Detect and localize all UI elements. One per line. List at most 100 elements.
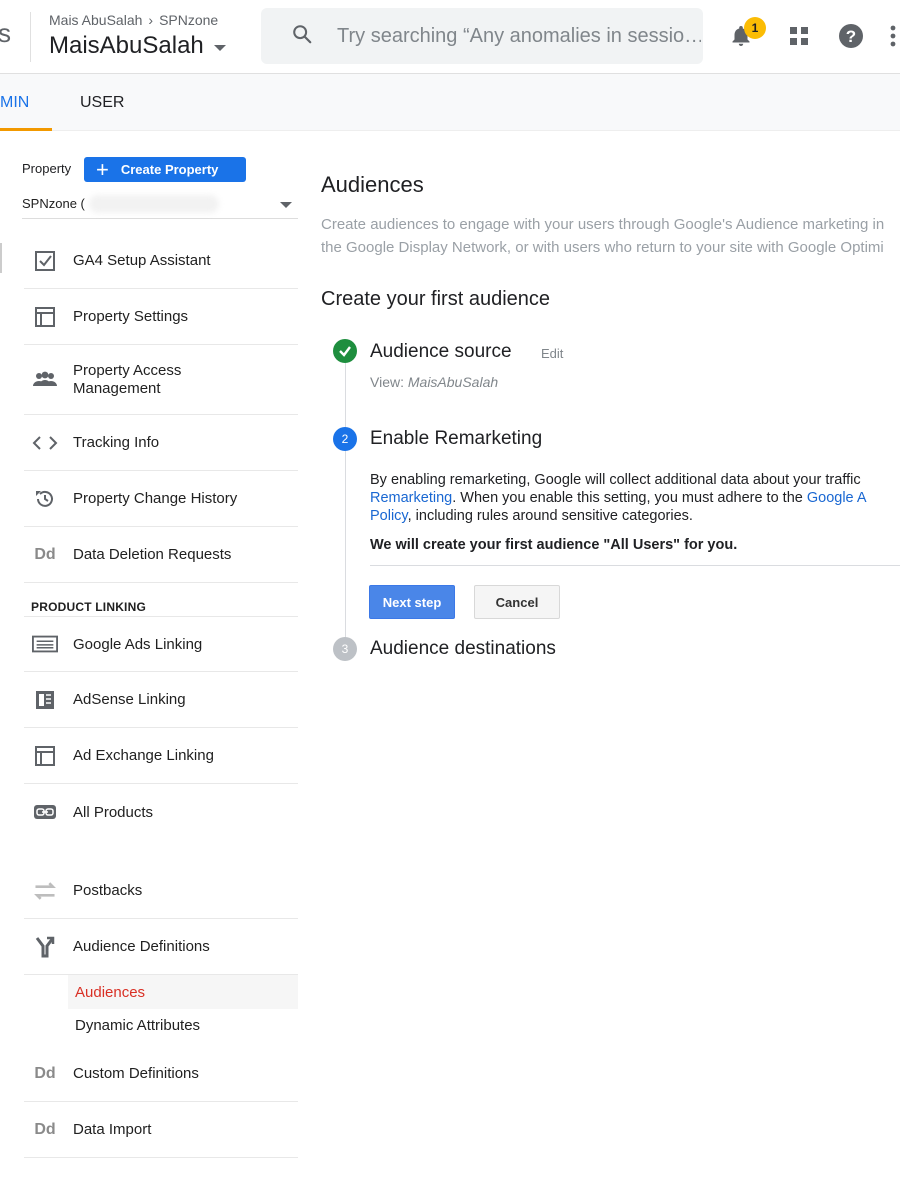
caret-down-icon — [280, 202, 292, 208]
property-selector[interactable]: SPNzone ( — [22, 189, 298, 219]
sidebar-item-audience-definitions[interactable]: Audience Definitions — [24, 919, 298, 975]
remarketing-text-line: By enabling remarketing, Google will col… — [370, 472, 861, 488]
sidebar-item-property-access[interactable]: Property Access Management — [24, 345, 298, 415]
description-line: the Google Display Network, or with user… — [321, 239, 884, 256]
description-line: Create audiences to engage with your use… — [321, 216, 885, 233]
sidebar-item-custom-definitions[interactable]: Dd Custom Definitions — [24, 1046, 298, 1102]
sidebar-subitem-label: Audiences — [75, 983, 146, 1001]
sidebar-item-label: Ad Exchange Linking — [73, 747, 214, 764]
sidebar-scroll-marker — [0, 243, 2, 273]
remarketing-link[interactable]: Remarketing — [370, 490, 452, 506]
sidebar-item-tracking-info[interactable]: Tracking Info — [24, 415, 298, 471]
section-heading-product-linking: PRODUCT LINKING — [31, 600, 146, 614]
sidebar-item-property-settings[interactable]: Property Settings — [24, 289, 298, 345]
sidebar-item-label: Custom Definitions — [73, 1065, 199, 1082]
adsense-icon — [32, 687, 58, 713]
view-prefix: View: — [370, 374, 408, 390]
people-icon — [32, 367, 58, 393]
svg-text:?: ? — [846, 27, 856, 46]
sidebar-item-label: Property Change History — [73, 490, 238, 507]
section-title: Create your first audience — [321, 288, 551, 310]
history-icon — [32, 486, 58, 512]
help-icon[interactable]: ? — [837, 22, 865, 50]
property-select-value: SPNzone ( — [22, 196, 85, 211]
apps-grid-icon[interactable] — [785, 22, 813, 50]
cancel-button[interactable]: Cancel — [474, 585, 560, 619]
create-property-button[interactable]: + Create Property — [84, 157, 246, 182]
sidebar-item-adsense[interactable]: AdSense Linking — [24, 672, 298, 728]
app-title-fragment: s — [0, 18, 11, 48]
audience-fork-icon — [32, 934, 58, 960]
caret-down-icon — [213, 45, 226, 51]
stepper-line — [345, 363, 346, 653]
account-name: MaisAbuSalah — [49, 32, 204, 59]
view-line: View: MaisAbuSalah — [370, 374, 498, 390]
google-ads-policy-link[interactable]: Google A — [807, 490, 867, 506]
plus-icon: + — [96, 156, 109, 182]
check-circle-icon — [333, 339, 357, 363]
sidebar-subitem-label: Dynamic Attributes — [75, 1016, 201, 1034]
header-divider — [30, 12, 31, 62]
admin-sidebar: Property + Create Property SPNzone ( GA4… — [0, 131, 300, 1200]
dd-icon: Dd — [34, 1120, 56, 1138]
property-label: Property — [22, 161, 72, 176]
remarketing-text: . When you enable this setting, you must… — [452, 490, 807, 506]
remarketing-text: , including rules around sensitive categ… — [407, 508, 693, 524]
sidebar-item-label: Data Import — [73, 1121, 152, 1138]
remarketing-text-line: Policy, including rules around sensitive… — [370, 507, 900, 525]
sidebar-item-data-deletion[interactable]: Dd Data Deletion Requests — [24, 527, 298, 583]
sidebar-item-data-import[interactable]: Dd Data Import — [24, 1102, 298, 1158]
sidebar-item-label: Property Access Management — [73, 361, 182, 397]
sidebar-item-label: Audience Definitions — [73, 938, 210, 955]
layout-icon — [32, 304, 58, 330]
ad-exchange-icon — [32, 743, 58, 769]
search-icon — [291, 23, 313, 50]
remarketing-description: By enabling remarketing, Google will col… — [370, 471, 900, 525]
sidebar-item-change-history[interactable]: Property Change History — [24, 471, 298, 527]
sidebar-item-ad-exchange[interactable]: Ad Exchange Linking — [24, 728, 298, 784]
code-icon — [32, 430, 58, 456]
dd-icon: Dd — [34, 1064, 56, 1082]
first-audience-note: We will create your first audience "All … — [370, 537, 738, 553]
link-icon — [32, 799, 58, 825]
step-title-enable-remarketing: Enable Remarketing — [370, 428, 543, 449]
sidebar-item-label: Tracking Info — [73, 434, 160, 451]
sidebar-item-label: Data Deletion Requests — [73, 546, 232, 563]
view-value: MaisAbuSalah — [407, 374, 499, 390]
sidebar-item-postbacks[interactable]: Postbacks — [24, 863, 298, 919]
page-title: Audiences — [321, 172, 424, 197]
sidebar-item-google-ads[interactable]: Google Ads Linking — [24, 616, 298, 672]
sidebar-item-label: AdSense Linking — [73, 691, 186, 708]
tab-admin-label: MIN — [0, 93, 30, 111]
step-title-audience-source: Audience source — [370, 341, 512, 362]
sidebar-subitem-dynamic-attributes[interactable]: Dynamic Attributes — [68, 1008, 298, 1042]
more-vert-icon[interactable] — [886, 22, 900, 50]
search-bar[interactable] — [261, 8, 703, 64]
edit-link[interactable]: Edit — [541, 346, 563, 361]
tab-user[interactable]: USER — [80, 74, 124, 131]
sidebar-item-label: Property Settings — [73, 308, 189, 325]
step-number-badge: 3 — [333, 637, 357, 661]
sidebar-item-label: Postbacks — [73, 882, 143, 899]
dd-icon: Dd — [34, 545, 56, 563]
sidebar-item-ga4-setup[interactable]: GA4 Setup Assistant — [24, 233, 298, 289]
sidebar-subitem-audiences[interactable]: Audiences — [68, 975, 298, 1009]
breadcrumb[interactable]: Mais AbuSalah › SPNzone — [49, 12, 218, 28]
next-step-button[interactable]: Next step — [369, 585, 455, 619]
sidebar-item-label: GA4 Setup Assistant — [73, 252, 211, 269]
top-bar: s Mais AbuSalah › SPNzone MaisAbuSalah 1… — [0, 0, 900, 74]
account-selector[interactable]: MaisAbuSalah — [49, 32, 226, 60]
ads-icon — [32, 631, 58, 657]
breadcrumb-account[interactable]: Mais AbuSalah — [49, 12, 142, 28]
chevron-right-icon: › — [148, 12, 154, 28]
remarketing-text-line: Remarketing. When you enable this settin… — [370, 489, 900, 507]
tab-admin[interactable]: MIN — [0, 74, 52, 131]
breadcrumb-property[interactable]: SPNzone — [159, 12, 218, 28]
step-number-badge: 2 — [333, 427, 357, 451]
notification-badge: 1 — [744, 17, 766, 39]
tab-bar: MIN USER — [0, 74, 900, 131]
sidebar-item-all-products[interactable]: All Products — [24, 784, 298, 840]
sidebar-item-label: All Products — [73, 803, 154, 821]
policy-link[interactable]: Policy — [370, 508, 408, 524]
search-input[interactable] — [335, 23, 703, 49]
